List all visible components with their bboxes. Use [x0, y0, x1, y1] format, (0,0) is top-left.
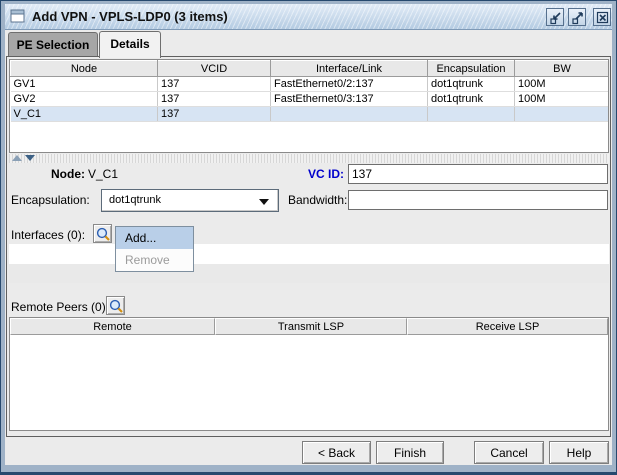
title-bar[interactable]: Add VPN - VPLS-LDP0 (3 items): [5, 4, 612, 30]
menu-item-remove[interactable]: Remove: [116, 249, 193, 271]
cell-interface[interactable]: FastEthernet0/2:137: [270, 76, 428, 92]
bandwidth-label: Bandwidth:: [288, 193, 348, 207]
remote-peers-label: Remote Peers (0):: [11, 300, 110, 314]
cell-node[interactable]: GV1: [10, 76, 158, 92]
remote-peers-header-row: Remote Transmit LSP Receive LSP: [10, 318, 608, 335]
col-header-transmit-lsp[interactable]: Transmit LSP: [215, 318, 407, 335]
cell-vcid[interactable]: 137: [157, 106, 271, 122]
node-value: V_C1: [88, 167, 119, 181]
triangle-up-icon[interactable]: [12, 155, 22, 161]
tab-pe-selection[interactable]: PE Selection: [8, 32, 98, 57]
interfaces-list-footer: [9, 264, 609, 283]
add-vpn-dialog: Add VPN - VPLS-LDP0 (3 items) PE Selecti…: [0, 0, 617, 475]
pe-table: Node VCID Interface/Link Encapsulation B…: [10, 60, 608, 122]
cell-bw[interactable]: 100M: [514, 91, 608, 107]
encapsulation-value: dot1qtrunk: [109, 194, 161, 206]
window-icon: [10, 9, 26, 24]
finish-button[interactable]: Finish: [376, 441, 444, 464]
col-header-receive-lsp[interactable]: Receive LSP: [407, 318, 608, 335]
remote-peers-lookup-button[interactable]: [106, 296, 125, 315]
col-header-remote[interactable]: Remote: [10, 318, 215, 335]
tab-details[interactable]: Details: [99, 31, 161, 58]
table-row-selected[interactable]: V_C1 137: [10, 106, 608, 122]
interfaces-list-area[interactable]: [9, 244, 609, 283]
window-title: Add VPN - VPLS-LDP0 (3 items): [32, 9, 228, 24]
details-form: Node: V_C1 VC ID: Encapsulation: dot1qtr…: [9, 164, 609, 436]
chevron-down-icon: [259, 199, 269, 205]
table-row[interactable]: GV2 137 FastEthernet0/3:137 dot1qtrunk 1…: [10, 91, 608, 107]
pe-table-header-row: Node VCID Interface/Link Encapsulation B…: [10, 60, 608, 77]
details-tab-pane: Node VCID Interface/Link Encapsulation B…: [6, 56, 611, 437]
cell-bw[interactable]: 100M: [514, 76, 608, 92]
table-row[interactable]: GV1 137 FastEthernet0/2:137 dot1qtrunk 1…: [10, 76, 608, 92]
col-header-encapsulation[interactable]: Encapsulation: [427, 60, 515, 77]
cell-bw[interactable]: [514, 106, 608, 122]
cell-vcid[interactable]: 137: [157, 91, 271, 107]
col-header-bw[interactable]: BW: [514, 60, 608, 77]
interfaces-lookup-button[interactable]: [93, 224, 112, 243]
col-header-node[interactable]: Node: [10, 60, 158, 77]
cell-node[interactable]: V_C1: [10, 106, 158, 122]
cell-vcid[interactable]: 137: [157, 76, 271, 92]
vcid-input[interactable]: [348, 164, 608, 184]
cell-interface[interactable]: FastEthernet0/3:137: [270, 91, 428, 107]
remote-peers-table[interactable]: Remote Transmit LSP Receive LSP: [9, 317, 609, 431]
node-label: Node:: [51, 167, 85, 181]
dialog-client-area: Add VPN - VPLS-LDP0 (3 items) PE Selecti…: [5, 4, 612, 465]
minimize-icon[interactable]: [546, 8, 564, 26]
pe-table-scrollpane[interactable]: Node VCID Interface/Link Encapsulation B…: [9, 59, 609, 153]
vcid-label: VC ID:: [308, 167, 344, 181]
cell-encapsulation[interactable]: [427, 106, 515, 122]
encapsulation-label: Encapsulation:: [11, 193, 90, 207]
maximize-icon[interactable]: [568, 8, 586, 26]
magnifier-icon: [96, 227, 110, 241]
encapsulation-select[interactable]: dot1qtrunk: [101, 189, 279, 212]
split-pane-divider[interactable]: [9, 154, 609, 163]
interfaces-context-menu: Add... Remove: [115, 226, 194, 272]
back-button[interactable]: < Back: [302, 441, 371, 464]
interfaces-list-empty-row: [9, 244, 609, 264]
cancel-button[interactable]: Cancel: [474, 441, 544, 464]
close-icon[interactable]: [593, 8, 611, 26]
help-button[interactable]: Help: [549, 441, 609, 464]
col-header-interface-link[interactable]: Interface/Link: [270, 60, 428, 77]
cell-node[interactable]: GV2: [10, 91, 158, 107]
interfaces-label: Interfaces (0):: [11, 228, 86, 242]
bandwidth-input[interactable]: [348, 190, 608, 210]
magnifier-icon: [109, 299, 123, 313]
cell-encapsulation[interactable]: dot1qtrunk: [427, 91, 515, 107]
triangle-down-icon[interactable]: [25, 155, 35, 161]
col-header-vcid[interactable]: VCID: [157, 60, 271, 77]
cell-interface[interactable]: [270, 106, 428, 122]
menu-item-add[interactable]: Add...: [116, 227, 193, 249]
cell-encapsulation[interactable]: dot1qtrunk: [427, 76, 515, 92]
